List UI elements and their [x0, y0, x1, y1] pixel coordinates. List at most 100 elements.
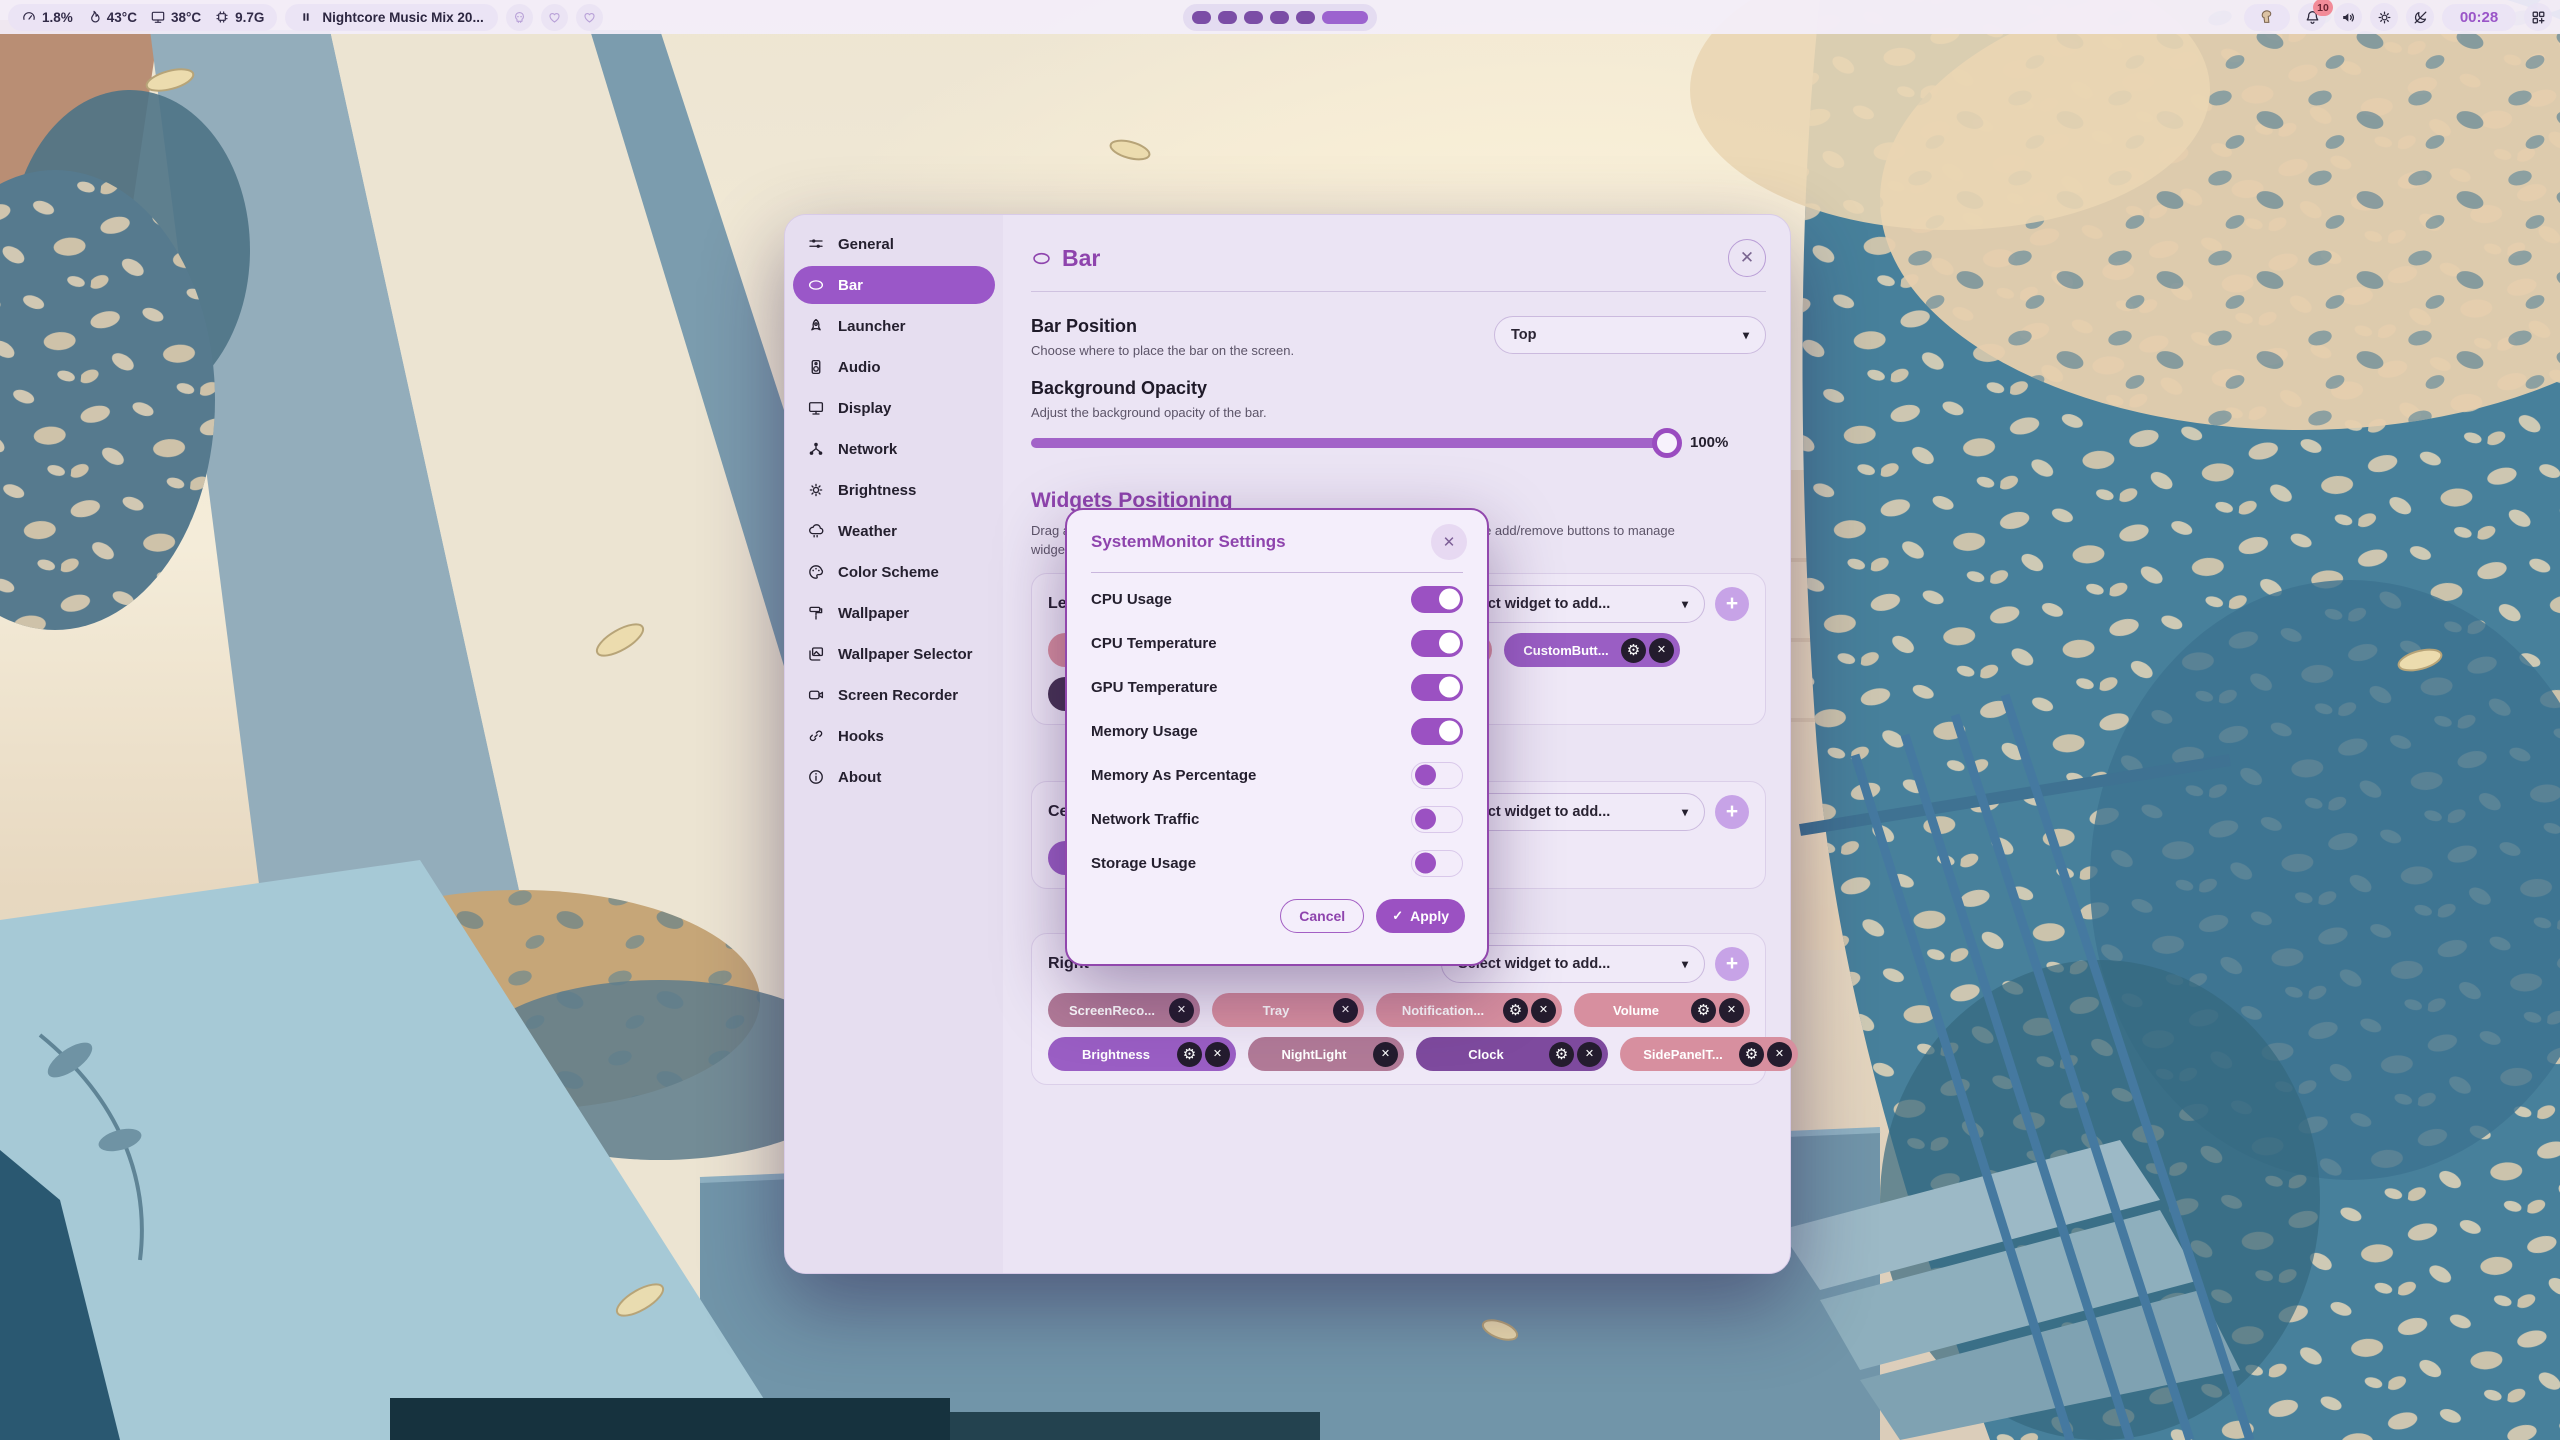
widget-chip-notification[interactable]: Notification...⚙✕ — [1376, 993, 1562, 1027]
widget-chip-label: Volume — [1584, 1003, 1688, 1018]
display-icon — [150, 9, 166, 25]
widget-settings-button[interactable]: ⚙ — [1549, 1042, 1574, 1067]
images-icon — [807, 645, 825, 663]
notifications-button[interactable]: 10 — [2298, 3, 2326, 31]
toggle-cpu-usage[interactable] — [1411, 586, 1463, 613]
sidebar-item-wallpaper[interactable]: Wallpaper — [793, 594, 995, 632]
chevron-down-icon: ▾ — [1668, 597, 1688, 611]
cancel-button[interactable]: Cancel — [1280, 899, 1364, 933]
widget-remove-button[interactable]: ✕ — [1649, 638, 1674, 663]
window-close-button[interactable]: ✕ — [1728, 239, 1766, 277]
sidebar-item-general[interactable]: General — [793, 225, 995, 263]
sidebar-item-about[interactable]: About — [793, 758, 995, 796]
night-light-button[interactable] — [2406, 3, 2434, 31]
workspace-dot[interactable] — [1192, 11, 1211, 24]
heart-button[interactable] — [541, 4, 568, 31]
heart-button[interactable] — [576, 4, 603, 31]
workspace-dot[interactable] — [1218, 11, 1237, 24]
sidebar-item-launcher[interactable]: Launcher — [793, 307, 995, 345]
widget-remove-button[interactable]: ✕ — [1373, 1042, 1398, 1067]
roller-icon — [807, 604, 825, 622]
toggle-network-traffic[interactable] — [1411, 806, 1463, 833]
chevron-down-icon: ▾ — [1668, 957, 1688, 971]
sidebar-item-bar[interactable]: Bar — [793, 266, 995, 304]
page-title-text: Bar — [1062, 245, 1100, 272]
widget-chip-label: NightLight — [1258, 1047, 1370, 1062]
display-icon — [807, 399, 825, 417]
overview-button[interactable] — [2524, 3, 2552, 31]
add-widget-button[interactable]: + — [1715, 795, 1749, 829]
toggle-cpu-temperature[interactable] — [1411, 630, 1463, 657]
setting-label: Network Traffic — [1091, 811, 1199, 828]
widget-remove-button[interactable]: ✕ — [1577, 1042, 1602, 1067]
workspace-dot[interactable] — [1244, 11, 1263, 24]
widget-remove-button[interactable]: ✕ — [1169, 998, 1194, 1023]
sun-icon — [2376, 9, 2393, 26]
widget-chip-label: Brightness — [1058, 1047, 1174, 1062]
sidebar-item-label: General — [838, 236, 894, 253]
opacity-slider[interactable] — [1031, 438, 1676, 448]
toggle-gpu-temperature[interactable] — [1411, 674, 1463, 701]
setting-row-cpu-temperature: CPU Temperature — [1091, 621, 1463, 665]
chevron-down-icon: ▾ — [1729, 328, 1749, 342]
brightness-button[interactable] — [2370, 3, 2398, 31]
widget-chip-nightlight[interactable]: NightLight✕ — [1248, 1037, 1404, 1071]
opacity-slider-row: 100% — [1031, 434, 1766, 451]
toggle-memory-as-percentage[interactable] — [1411, 762, 1463, 789]
workspace-dot[interactable] — [1296, 11, 1315, 24]
widget-settings-button[interactable]: ⚙ — [1177, 1042, 1202, 1067]
sidebar-item-network[interactable]: Network — [793, 430, 995, 468]
add-widget-button[interactable]: + — [1715, 587, 1749, 621]
system-tray[interactable] — [2244, 4, 2290, 31]
modal-close-button[interactable]: ✕ — [1431, 524, 1467, 560]
widget-chip-clock[interactable]: Clock⚙✕ — [1416, 1037, 1608, 1071]
workspace-dot-active[interactable] — [1322, 11, 1368, 24]
widget-settings-button[interactable]: ⚙ — [1503, 998, 1528, 1023]
sidebar-item-brightness[interactable]: Brightness — [793, 471, 995, 509]
add-widget-button[interactable]: + — [1715, 947, 1749, 981]
clock[interactable]: 00:28 — [2442, 4, 2516, 31]
skull-button[interactable] — [506, 4, 533, 31]
apps-icon — [2530, 9, 2547, 26]
widget-settings-button[interactable]: ⚙ — [1621, 638, 1646, 663]
workspace-dot[interactable] — [1270, 11, 1289, 24]
widget-chip-custombutt[interactable]: CustomButt...⚙✕ — [1504, 633, 1680, 667]
stat-value: 9.7G — [235, 10, 264, 25]
sidebar-item-weather[interactable]: Weather — [793, 512, 995, 550]
volume-button[interactable] — [2334, 3, 2362, 31]
stat-value: 43°C — [107, 10, 137, 25]
toggle-memory-usage[interactable] — [1411, 718, 1463, 745]
widget-chip-screenreco[interactable]: ScreenReco...✕ — [1048, 993, 1200, 1027]
toggle-storage-usage[interactable] — [1411, 850, 1463, 877]
quick-buttons — [506, 0, 603, 34]
widget-chip-label: Notification... — [1386, 1003, 1500, 1018]
opacity-slider-handle[interactable] — [1652, 428, 1682, 458]
widget-chip-label: Tray — [1222, 1003, 1330, 1018]
media-player-pill[interactable]: Nightcore Music Mix 20... — [285, 4, 497, 31]
widget-remove-button[interactable]: ✕ — [1205, 1042, 1230, 1067]
topbar-left-group: 1.8%43°C38°C9.7G Nightcore Music Mix 20.… — [8, 0, 603, 34]
widget-settings-button[interactable]: ⚙ — [1691, 998, 1716, 1023]
apply-button[interactable]: ✓ Apply — [1376, 899, 1465, 933]
widget-remove-button[interactable]: ✕ — [1531, 998, 1556, 1023]
sliders-icon — [807, 235, 825, 253]
bar-position-select[interactable]: Top ▾ — [1494, 316, 1766, 354]
sidebar-item-label: Network — [838, 441, 897, 458]
widget-chip-brightness[interactable]: Brightness⚙✕ — [1048, 1037, 1236, 1071]
background-opacity-info: Background Opacity Adjust the background… — [1031, 378, 1766, 420]
chip-icon — [214, 9, 230, 25]
widget-chip-sidepanelt[interactable]: SidePanelT...⚙✕ — [1620, 1037, 1798, 1071]
widget-settings-button[interactable]: ⚙ — [1739, 1042, 1764, 1067]
sidebar-item-audio[interactable]: Audio — [793, 348, 995, 386]
sidebar-item-wallpaper-selector[interactable]: Wallpaper Selector — [793, 635, 995, 673]
sidebar-item-display[interactable]: Display — [793, 389, 995, 427]
widget-remove-button[interactable]: ✕ — [1719, 998, 1744, 1023]
sidebar-item-screen-recorder[interactable]: Screen Recorder — [793, 676, 995, 714]
widget-remove-button[interactable]: ✕ — [1767, 1042, 1792, 1067]
modal-toggles: CPU UsageCPU TemperatureGPU TemperatureM… — [1067, 573, 1487, 885]
widget-remove-button[interactable]: ✕ — [1333, 998, 1358, 1023]
sidebar-item-color-scheme[interactable]: Color Scheme — [793, 553, 995, 591]
widget-chip-tray[interactable]: Tray✕ — [1212, 993, 1364, 1027]
sidebar-item-hooks[interactable]: Hooks — [793, 717, 995, 755]
widget-chip-volume[interactable]: Volume⚙✕ — [1574, 993, 1750, 1027]
